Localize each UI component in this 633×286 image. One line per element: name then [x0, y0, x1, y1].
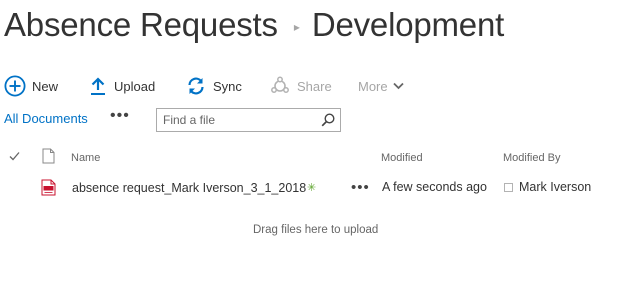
- column-header-name[interactable]: Name: [71, 152, 100, 164]
- sync-icon: [186, 76, 206, 96]
- new-button[interactable]: New: [4, 75, 58, 97]
- view-bar: All Documents •••: [0, 106, 633, 132]
- document-type-icon: [42, 148, 55, 167]
- plus-circle-icon: [4, 75, 26, 97]
- share-icon: [270, 76, 290, 96]
- search-input[interactable]: [157, 109, 315, 131]
- page-title: Development: [311, 6, 505, 43]
- share-button[interactable]: Share: [270, 76, 332, 96]
- presence-indicator-icon: [504, 183, 513, 192]
- column-header-modified-by[interactable]: Modified By: [503, 152, 560, 164]
- view-selector-all-documents[interactable]: All Documents: [4, 111, 88, 126]
- upload-button[interactable]: Upload: [89, 76, 155, 96]
- table-row[interactable]: absence request_Mark Iverson_3_1_2018 ✳ …: [0, 176, 633, 200]
- file-actions-button[interactable]: •••: [351, 179, 370, 196]
- search-icon[interactable]: [320, 112, 336, 133]
- new-item-icon: ✳: [307, 182, 317, 194]
- list-header-row: Name Modified Modified By: [0, 146, 633, 170]
- breadcrumb-separator-icon: ▸: [293, 20, 300, 34]
- select-all-checkmark-icon[interactable]: [9, 151, 20, 164]
- share-button-label: Share: [297, 78, 332, 94]
- sync-button-label: Sync: [213, 78, 242, 94]
- sync-button[interactable]: Sync: [186, 76, 242, 96]
- chevron-down-icon: [392, 82, 404, 90]
- more-button-label: More: [358, 78, 388, 94]
- file-modified: A few seconds ago: [382, 180, 487, 194]
- upload-arrow-icon: [89, 76, 107, 96]
- search-box: [156, 108, 341, 132]
- view-options-button[interactable]: •••: [110, 107, 130, 125]
- drag-drop-hint: Drag files here to upload: [253, 224, 379, 236]
- upload-button-label: Upload: [114, 78, 156, 94]
- pdf-icon: [41, 179, 56, 199]
- more-button[interactable]: More: [358, 79, 404, 94]
- file-name-link[interactable]: absence request_Mark Iverson_3_1_2018: [72, 181, 306, 195]
- new-button-label: New: [32, 78, 59, 94]
- file-modified-by[interactable]: Mark Iverson: [519, 180, 591, 194]
- breadcrumb: Absence Requests ▸ Development: [4, 3, 504, 47]
- column-header-modified[interactable]: Modified: [381, 152, 423, 164]
- breadcrumb-parent[interactable]: Absence Requests: [4, 6, 278, 44]
